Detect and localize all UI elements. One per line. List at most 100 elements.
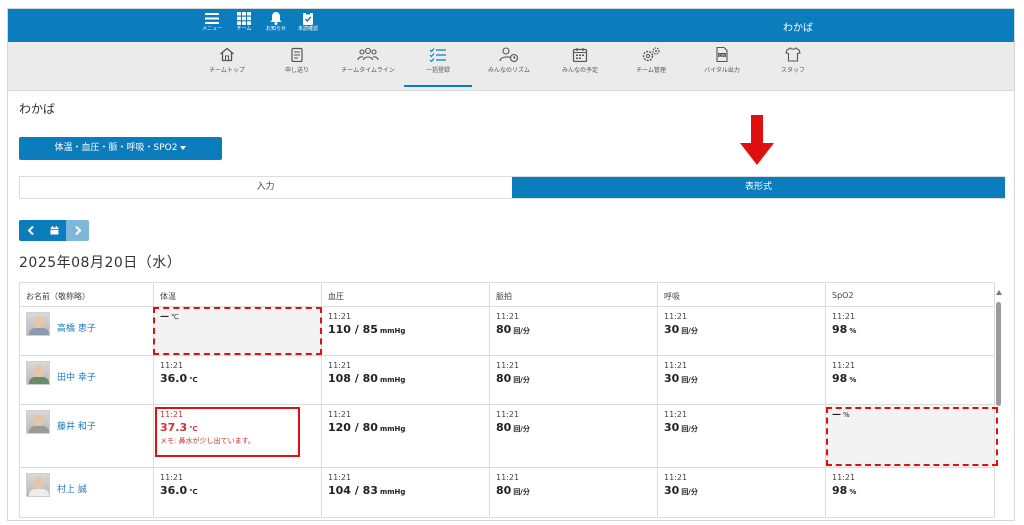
record-time: 11:21 xyxy=(328,473,352,482)
pulse-cell[interactable]: 11:21 80 回/分 xyxy=(490,468,658,517)
spo2-cell[interactable]: 11:21 98% xyxy=(826,468,995,517)
unit-label: 回/分 xyxy=(681,376,698,384)
bell-icon xyxy=(270,12,282,25)
nav-vital-export[interactable]: CSV バイタル出力 xyxy=(688,47,756,74)
team-button[interactable]: チーム xyxy=(230,12,258,33)
resp-cell[interactable]: 11:21 30 回/分 xyxy=(658,405,826,467)
resp-value: 30 xyxy=(664,421,680,434)
nav-staff[interactable]: スタッフ xyxy=(759,47,827,74)
bp-value: 120 / 80 xyxy=(328,421,378,434)
calendar-button[interactable] xyxy=(42,220,66,241)
annotation-dashed-box xyxy=(153,307,322,355)
resident-name-link[interactable]: 村上 誠 xyxy=(57,482,87,495)
pulse-value: 80 xyxy=(496,484,512,497)
temp-value: 36.0 xyxy=(160,372,188,385)
unit-label: 回/分 xyxy=(513,425,530,433)
unit-label: 回/分 xyxy=(681,327,698,335)
scroll-thumb[interactable] xyxy=(996,302,1001,406)
calendar-icon xyxy=(50,226,58,235)
nav-label: みんなのリズム xyxy=(487,67,530,74)
vital-type-dropdown[interactable]: 体温・血圧・脈・呼吸・SPO2 xyxy=(19,137,222,160)
page-title: わかば xyxy=(19,102,56,116)
nav-handover[interactable]: 申し送り xyxy=(263,47,331,74)
nav-team-top[interactable]: チームトップ xyxy=(193,47,261,74)
clipboard-check-icon xyxy=(303,12,313,25)
nav-team-management[interactable]: チーム管理 xyxy=(617,47,685,74)
unit-label: % xyxy=(849,327,857,335)
col-header-spo2: SpO2 xyxy=(826,283,995,306)
record-time: 11:21 xyxy=(496,410,520,419)
tab-input[interactable]: 入力 xyxy=(20,177,511,198)
resp-cell[interactable]: 11:21 30 回/分 xyxy=(658,468,826,517)
tab-table-view[interactable]: 表形式 xyxy=(512,177,1005,198)
unit-label: ℃ xyxy=(189,488,198,496)
resident-name-link[interactable]: 田中 幸子 xyxy=(57,370,96,383)
bp-value: 108 / 80 xyxy=(328,372,378,385)
pulse-cell[interactable]: 11:21 80 回/分 xyxy=(490,307,658,355)
bp-cell[interactable]: 11:21 110 / 85 mmHg xyxy=(322,307,490,355)
annotation-dashed-box xyxy=(826,407,998,466)
nav-everyone-rhythm[interactable]: みんなのリズム xyxy=(475,47,543,74)
col-header-pulse: 脈拍 xyxy=(490,283,658,306)
scroll-up-icon[interactable] xyxy=(996,290,1002,295)
resident-name-link[interactable]: 藤井 和子 xyxy=(57,419,96,432)
unit-label: mmHg xyxy=(379,327,406,335)
unit-label: mmHg xyxy=(379,488,406,496)
people-icon xyxy=(357,47,379,61)
unit-label: % xyxy=(849,376,857,384)
nav-everyone-schedule[interactable]: みんなの予定 xyxy=(546,47,614,74)
view-tabs: 入力 表形式 xyxy=(19,176,1005,199)
nav-bulk-entry[interactable]: 一括登録 xyxy=(404,47,472,87)
pulse-value: 80 xyxy=(496,372,512,385)
table-header: お名前（敬称略） 体温 血圧 脈拍 呼吸 SpO2 xyxy=(19,283,995,307)
resident-name-link[interactable]: 高橋 恵子 xyxy=(57,321,96,334)
next-date-button[interactable] xyxy=(66,220,89,241)
chevron-left-icon xyxy=(27,225,34,236)
spo2-cell[interactable]: 11:21 98% xyxy=(826,356,995,404)
pulse-value: 80 xyxy=(496,323,512,336)
record-time: 11:21 xyxy=(496,473,520,482)
vertical-scrollbar[interactable] xyxy=(995,290,1002,520)
bp-cell[interactable]: 11:21 104 / 83 mmHg xyxy=(322,468,490,517)
col-header-resp: 呼吸 xyxy=(658,283,826,306)
unit-label: 回/分 xyxy=(513,376,530,384)
notes-icon xyxy=(291,47,303,62)
record-time: 11:21 xyxy=(496,361,520,370)
unit-label: 回/分 xyxy=(681,488,698,496)
name-cell: 田中 幸子 xyxy=(19,356,154,404)
grid-icon xyxy=(237,12,251,25)
name-cell: 高橋 恵子 xyxy=(19,307,154,355)
record-time: 11:21 xyxy=(664,361,688,370)
bp-cell[interactable]: 11:21 120 / 80 mmHg xyxy=(322,405,490,467)
notice-button[interactable]: お知らせ xyxy=(262,12,290,33)
menu-button[interactable]: メニュー xyxy=(198,12,226,33)
pulse-cell[interactable]: 11:21 80 回/分 xyxy=(490,405,658,467)
calendar-icon xyxy=(572,48,588,62)
spo2-cell[interactable]: 11:21 98% xyxy=(826,307,995,355)
col-header-temp: 体温 xyxy=(154,283,322,306)
resp-cell[interactable]: 11:21 30 回/分 xyxy=(658,307,826,355)
app-title: わかば xyxy=(783,23,813,34)
pulse-cell[interactable]: 11:21 80 回/分 xyxy=(490,356,658,404)
unit-label: ℃ xyxy=(189,376,198,384)
resp-cell[interactable]: 11:21 30 回/分 xyxy=(658,356,826,404)
nav-label: チームトップ xyxy=(209,67,245,74)
chevron-right-icon xyxy=(74,225,81,236)
resp-value: 30 xyxy=(664,372,680,385)
prev-date-button[interactable] xyxy=(19,220,42,241)
temp-cell[interactable]: 11:21 36.0 ℃ xyxy=(154,468,322,517)
avatar xyxy=(26,473,50,497)
unread-button[interactable]: 未読確認 xyxy=(294,12,322,33)
avatar xyxy=(26,410,50,434)
table-row: 村上 誠 11:21 36.0 ℃ 11:21 104 / 83 mmHg 11:2… xyxy=(19,468,995,518)
home-icon xyxy=(220,47,234,62)
spo2-value: 98 xyxy=(832,323,848,336)
avatar xyxy=(26,312,50,336)
col-header-name: お名前（敬称略） xyxy=(19,283,154,306)
bp-cell[interactable]: 11:21 108 / 80 mmHg xyxy=(322,356,490,404)
checklist-icon xyxy=(429,48,446,62)
csv-file-icon: CSV xyxy=(716,47,728,62)
temp-cell[interactable]: 11:21 36.0 ℃ xyxy=(154,356,322,404)
nav-team-timeline[interactable]: チームタイムライン xyxy=(334,47,402,74)
record-time: 11:21 xyxy=(328,312,352,321)
